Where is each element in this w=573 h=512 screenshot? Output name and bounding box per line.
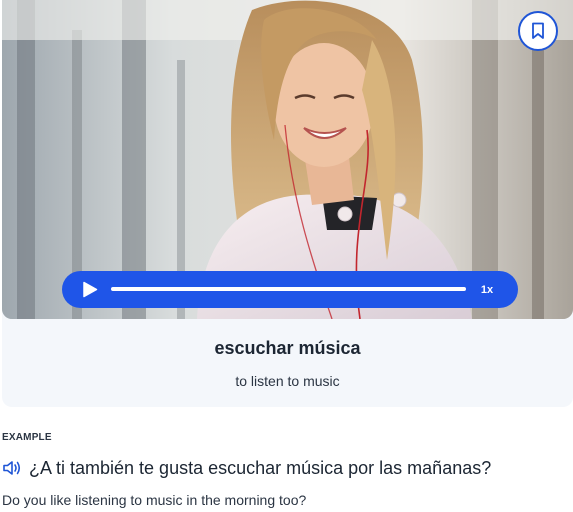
example-label: EXAMPLE: [2, 432, 52, 443]
flashcard: 1x escuchar música to listen to music: [2, 0, 573, 407]
vocab-word: escuchar música: [214, 338, 361, 358]
audio-player: 1x: [62, 271, 518, 308]
example-translation: Do you like listening to music in the mo…: [2, 492, 307, 508]
speaker-icon[interactable]: [2, 459, 22, 477]
bookmark-icon: [532, 22, 544, 39]
play-icon[interactable]: [82, 281, 98, 298]
bookmark-button[interactable]: [518, 11, 558, 51]
example-sentence-row: ¿A ti también te gusta escuchar música p…: [2, 455, 571, 481]
vocab-translation: to listen to music: [235, 373, 340, 389]
playback-speed-button[interactable]: 1x: [476, 282, 498, 298]
example-sentence: ¿A ti también te gusta escuchar música p…: [29, 457, 492, 478]
audio-progress-bar[interactable]: [111, 287, 466, 291]
